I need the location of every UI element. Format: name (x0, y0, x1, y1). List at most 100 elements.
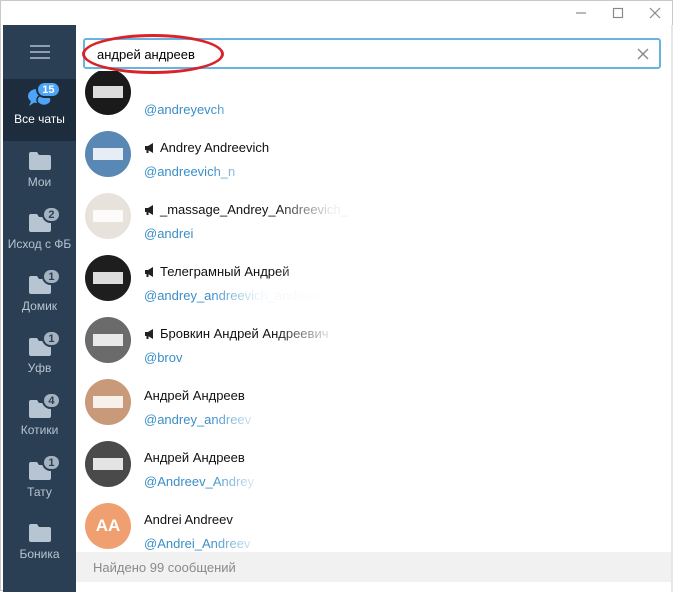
text-fade-overlay (276, 387, 416, 405)
folder-label: Боника (19, 547, 60, 561)
redaction-bar (93, 458, 123, 470)
unread-badge: 1 (42, 330, 61, 347)
results-count-footer: Найдено 99 сообщений (76, 552, 673, 582)
result-row[interactable]: Андрей Андреев @Andreev_Andrey (76, 433, 673, 495)
folder-label: Все чаты (14, 112, 65, 126)
text-fade-overlay (211, 349, 331, 367)
folders-sidebar: 15 Все чаты Мои 2 Исход с ФБ 1 Домик 1 Уфв 4 Котик… (3, 25, 76, 592)
sidebar-folder-5[interactable]: 4 Котики (3, 390, 76, 452)
sidebar-folder-1[interactable]: Мои (3, 142, 76, 204)
text-fade-overlay (276, 77, 416, 95)
chat-bubbles-icon: 15 (27, 81, 61, 109)
redaction-bar (93, 334, 123, 346)
channel-megaphone-icon (144, 328, 155, 339)
text-fade-overlay (211, 473, 331, 491)
result-handle: @andrei (144, 226, 194, 241)
result-row[interactable]: Телеграмный Андрей@andrey_andreevich_and… (76, 247, 673, 309)
result-row[interactable]: @andreyevch (76, 71, 673, 123)
text-fade-overlay (211, 287, 331, 305)
sidebar-folder-6[interactable]: 1 Тату (3, 452, 76, 514)
unread-badge: 4 (42, 392, 61, 409)
folder-icon: 1 (27, 454, 61, 482)
folder-icon: 4 (27, 392, 61, 420)
result-name: Телеграмный Андрей (144, 264, 290, 279)
folder-icon (27, 522, 53, 544)
close-icon[interactable] (641, 3, 669, 23)
channel-megaphone-icon (144, 142, 155, 153)
result-name-text: Андрей Андреев (144, 388, 245, 403)
clear-x-icon[interactable] (633, 44, 653, 64)
search-results-list: @andreyevch Andrey Andreevich @andreevich_… (76, 71, 673, 551)
search-panel: @andreyevchAndrey Andreevich@andreevich_… (76, 25, 673, 592)
redaction-bar (93, 148, 123, 160)
search-bar[interactable] (83, 38, 661, 69)
unread-badge: 2 (42, 206, 61, 223)
minimize-icon[interactable] (567, 3, 595, 23)
text-fade-overlay (211, 535, 331, 551)
result-row[interactable]: AA Andrei Andreev @Andrei_Andreev (76, 495, 673, 551)
results-count-text: Найдено 99 сообщений (93, 559, 236, 575)
text-fade-overlay (211, 163, 331, 181)
redaction-bar (93, 86, 123, 98)
avatar-initials: AA (95, 516, 121, 535)
folder-icon (27, 150, 53, 172)
folder-label: Котики (20, 423, 59, 437)
text-fade-overlay (211, 101, 331, 119)
hamburger-icon[interactable] (3, 25, 76, 79)
text-fade-overlay (276, 325, 416, 343)
redaction-bar (93, 210, 123, 222)
avatar: AA (85, 503, 131, 549)
result-handle: @brov (144, 350, 183, 365)
result-row[interactable]: Андрей Андреев @andrey_andreev (76, 371, 673, 433)
text-fade-overlay (276, 511, 416, 529)
folder-icon: 2 (27, 206, 61, 234)
unread-badge: 1 (42, 268, 61, 285)
sidebar-folder-2[interactable]: 2 Исход с ФБ (3, 204, 76, 266)
folder-icon: 1 (27, 330, 61, 358)
unread-badge: 1 (42, 454, 61, 471)
folder-icon: 1 (27, 268, 61, 296)
result-name: Андрей Андреев (144, 388, 245, 403)
folder-label: Домик (21, 299, 58, 313)
avatar (85, 193, 131, 239)
result-name: Andrei Andreev (144, 512, 233, 527)
channel-megaphone-icon (144, 204, 155, 215)
result-row[interactable]: Бровкин Андрей Андреевич @brov (76, 309, 673, 371)
result-name-text: Andrey Andreevich (160, 140, 270, 155)
avatar (85, 255, 131, 301)
maximize-icon[interactable] (604, 3, 632, 23)
folder-label: Уфв (27, 361, 52, 375)
result-row[interactable]: _massage_Andrey_Andreevich_ @andrei (76, 185, 673, 247)
text-fade-overlay (276, 449, 416, 467)
sidebar-folder-0[interactable]: 15 Все чаты (3, 79, 76, 141)
text-fade-overlay (276, 139, 416, 157)
result-name: Andrey Andreevich (144, 140, 269, 155)
avatar (85, 71, 131, 115)
redaction-bar (93, 396, 123, 408)
channel-megaphone-icon (144, 266, 155, 277)
text-fade-overlay (276, 201, 416, 219)
avatar (85, 131, 131, 177)
text-fade-overlay (211, 411, 331, 429)
avatar (85, 379, 131, 425)
telegram-window: 15 Все чаты Мои 2 Исход с ФБ 1 Домик 1 Уфв 4 Котик… (0, 0, 673, 592)
search-input[interactable] (97, 45, 617, 63)
folder-label: Тату (27, 485, 52, 499)
sidebar-folder-7[interactable]: Боника (3, 514, 76, 576)
redaction-bar (93, 272, 123, 284)
title-bar (1, 1, 672, 25)
sidebar-folder-4[interactable]: 1 Уфв (3, 328, 76, 390)
folder-label: Исход с ФБ (7, 237, 72, 251)
unread-badge: 15 (36, 81, 61, 98)
result-row[interactable]: Andrey Andreevich @andreevich_n (76, 123, 673, 185)
sidebar-folder-3[interactable]: 1 Домик (3, 266, 76, 328)
text-fade-overlay (276, 263, 416, 281)
result-name: Андрей Андреев (144, 450, 245, 465)
avatar (85, 441, 131, 487)
result-name-text: Телеграмный Андрей (160, 264, 290, 279)
folder-label: Мои (27, 175, 52, 189)
result-name-text: Andrei Andreev (144, 512, 233, 527)
result-name-text: Андрей Андреев (144, 450, 245, 465)
text-fade-overlay (211, 225, 331, 243)
avatar (85, 317, 131, 363)
